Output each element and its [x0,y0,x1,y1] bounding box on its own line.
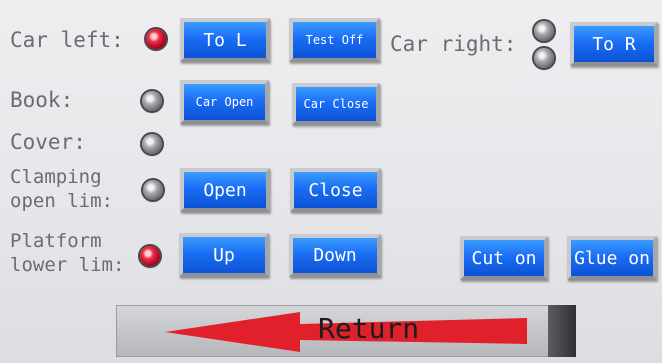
cover-indicator-light [142,134,162,154]
cover-label: Cover: [10,130,86,154]
car-right-label: Car right: [390,32,517,56]
car-right-indicator-light-lower [534,48,554,68]
up-button[interactable]: Up [179,233,269,277]
cut-on-button[interactable]: Cut on [460,236,548,280]
to-left-button[interactable]: To L [180,18,270,62]
return-label: Return [318,312,420,345]
car-open-button[interactable]: Car Open [180,80,269,124]
glue-on-button[interactable]: Glue on [567,236,657,280]
car-left-indicator-light [146,29,166,49]
return-button-edge [548,305,576,357]
open-button[interactable]: Open [180,168,270,212]
control-panel-screen: Car left: To L Test Off Car right: To R … [0,0,662,363]
platform-indicator-light [140,246,160,266]
clamping-indicator-light [143,180,163,200]
book-label: Book: [10,88,74,112]
clamping-label-line1: Clamping [10,166,102,188]
platform-label-line2: lower lim: [10,254,125,276]
test-off-button[interactable]: Test Off [289,18,380,62]
car-close-button[interactable]: Car Close [292,83,380,125]
platform-label-line1: Platform [10,230,102,252]
car-left-label: Car left: [10,28,124,52]
down-button[interactable]: Down [289,234,381,277]
to-right-button[interactable]: To R [570,22,658,66]
car-right-indicator-light-upper [534,21,554,41]
book-indicator-light [142,91,162,111]
close-button[interactable]: Close [290,168,381,212]
clamping-label-line2: open lim: [10,190,113,212]
